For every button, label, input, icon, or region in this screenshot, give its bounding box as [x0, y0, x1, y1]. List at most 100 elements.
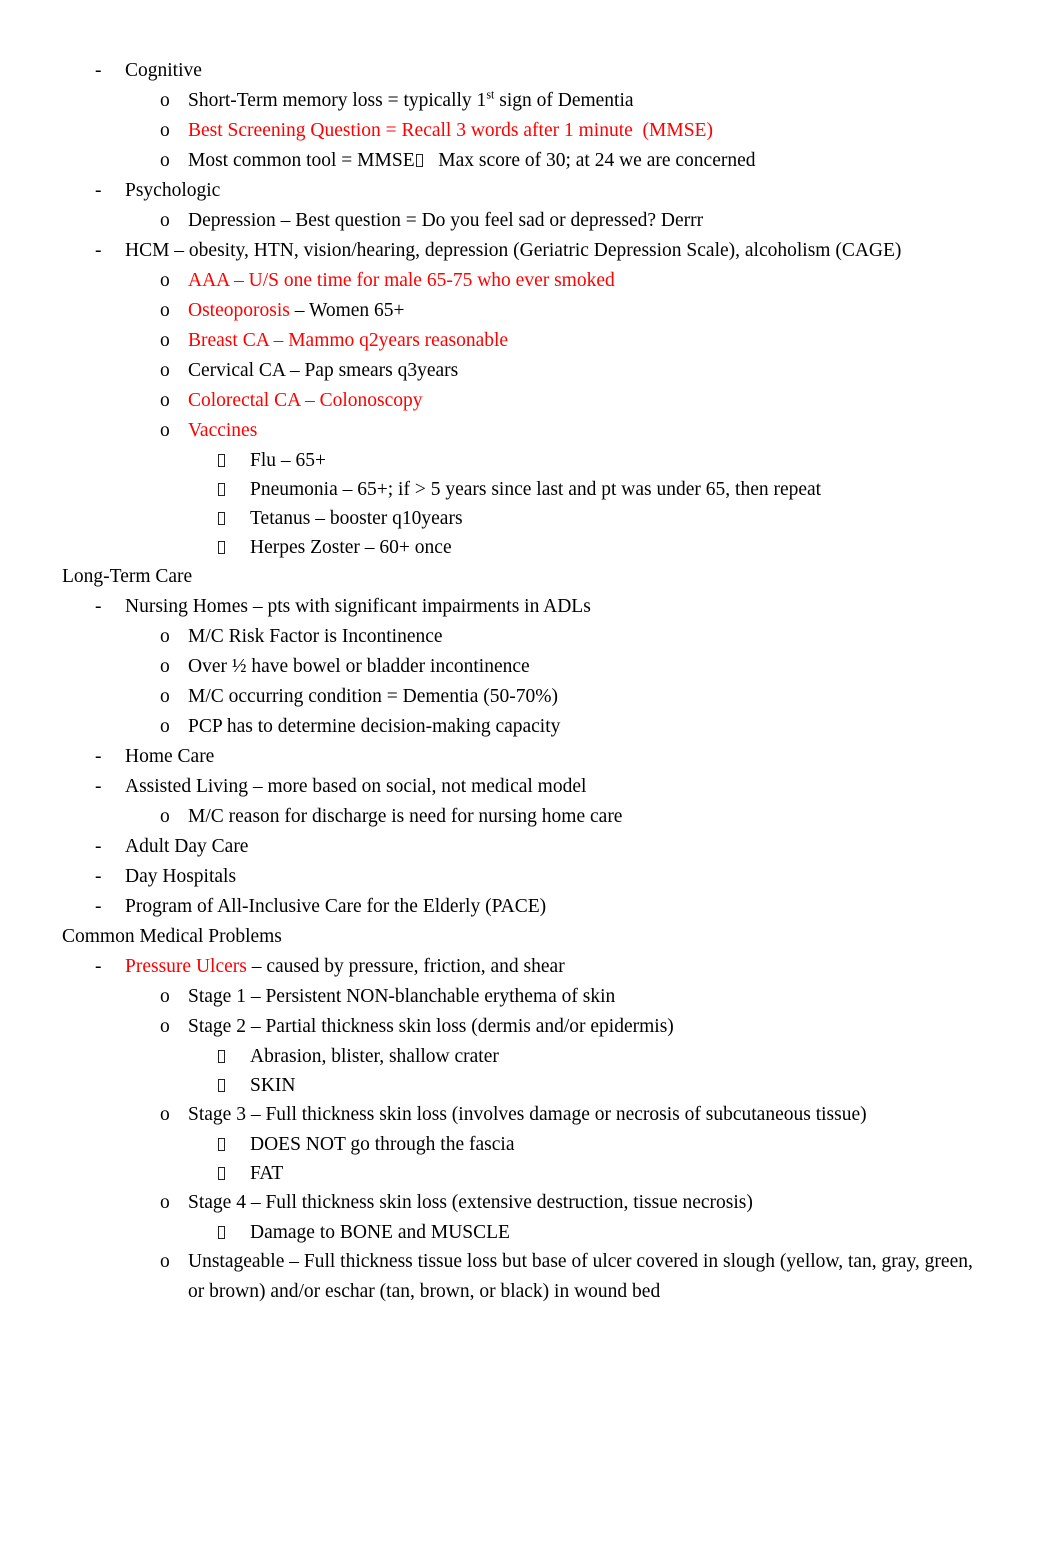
- line-text: SKIN: [250, 1071, 296, 1100]
- plain-text: Depression – Best question = Do you feel…: [188, 210, 704, 231]
- missing-glyph-box-shape: [218, 512, 225, 525]
- missing-glyph-box-shape: [218, 541, 225, 554]
- missing-glyph-box: [415, 154, 423, 167]
- list-marker: o: [160, 150, 170, 171]
- bullet-fat: FAT: [62, 1159, 1002, 1188]
- plain-text: sign of Dementia: [494, 90, 634, 111]
- plain-text: M/C reason for discharge is need for nur…: [188, 806, 623, 827]
- line-text: Osteoporosis – Women 65+: [188, 296, 405, 326]
- list-marker: -: [95, 240, 102, 261]
- plain-text: PCP has to determine decision-making cap…: [188, 716, 561, 737]
- bullet-adult-day-care: - Adult Day Care: [62, 832, 1002, 862]
- bullet-vaccine-pneumonia: Pneumonia – 65+; if > 5 years since last…: [62, 475, 1002, 504]
- bullet-home-care: - Home Care: [62, 742, 1002, 772]
- bullet-stage-1: o Stage 1 – Persistent NON-blanchable ery…: [62, 982, 1002, 1012]
- bullet-stage-3: o Stage 3 – Full thickness skin loss (inv…: [62, 1100, 1002, 1130]
- line-text: DOES NOT go through the fascia: [250, 1130, 514, 1159]
- line-text: AAA – U/S one time for male 65-75 who ev…: [188, 266, 615, 296]
- line-text: Common Medical Problems: [62, 922, 282, 952]
- line-text: Flu – 65+: [250, 446, 326, 475]
- line-text: Over ½ have bowel or bladder incontinenc…: [188, 652, 530, 682]
- line-text: Stage 1 – Persistent NON-blanchable eryt…: [188, 982, 615, 1012]
- plain-text: Short-Term memory loss = typically 1: [188, 90, 487, 111]
- line-text: M/C reason for discharge is need for nur…: [188, 802, 622, 832]
- line-text: Herpes Zoster – 60+ once: [250, 533, 452, 562]
- list-marker: o: [160, 686, 170, 707]
- highlighted-text: Best Screening Question = Recall 3 words…: [188, 120, 713, 141]
- bullet-bowel-bladder-incontinence: o Over ½ have bowel or bladder incontinen…: [62, 652, 1002, 682]
- list-marker: -: [95, 180, 102, 201]
- plain-text: Tetanus – booster q10years: [250, 508, 463, 529]
- line-text: Colorectal CA – Colonoscopy: [188, 386, 423, 416]
- list-marker: o: [160, 626, 170, 647]
- plain-text: Stage 2 – Partial thickness skin loss (d…: [188, 1016, 674, 1037]
- heading-common-medical-problems: Common Medical Problems: [62, 922, 1002, 952]
- highlighted-text: Pressure Ulcers: [125, 956, 247, 977]
- missing-glyph-box-shape: [218, 1167, 225, 1180]
- bullet-does-not-go-through-fascia: DOES NOT go through the fascia: [62, 1130, 1002, 1159]
- plain-text: HCM – obesity, HTN, vision/hearing, depr…: [125, 240, 902, 261]
- plain-text: Psychologic: [125, 180, 221, 201]
- line-text: Vaccines: [188, 416, 257, 446]
- line-text: FAT: [250, 1159, 283, 1188]
- line-text: Day Hospitals: [125, 862, 236, 892]
- bullet-mc-reason-for-discharge: o M/C reason for discharge is need for nu…: [62, 802, 1002, 832]
- bullet-vaccine-tetanus: Tetanus – booster q10years: [62, 504, 1002, 533]
- bullet-hcm: - HCM – obesity, HTN, vision/hearing, dep…: [62, 236, 1002, 266]
- line-text: Damage to BONE and MUSCLE: [250, 1218, 510, 1247]
- list-marker: o: [160, 360, 170, 381]
- bullet-colorectal-ca: o Colorectal CA – Colonoscopy: [62, 386, 1002, 416]
- list-marker: o: [160, 420, 170, 441]
- plain-text: Day Hospitals: [125, 866, 237, 887]
- plain-text: Home Care: [125, 746, 215, 767]
- missing-glyph-box: [218, 475, 250, 504]
- plain-text: Cognitive: [125, 60, 202, 81]
- line-text: Abrasion, blister, shallow crater: [250, 1042, 499, 1071]
- missing-glyph-box-shape: [218, 483, 225, 496]
- plain-text: Damage to BONE and MUSCLE: [250, 1222, 510, 1243]
- line-text: Pneumonia – 65+; if > 5 years since last…: [250, 475, 821, 504]
- plain-text: DOES NOT go through the fascia: [250, 1134, 515, 1155]
- highlighted-text: AAA – U/S one time for male 65-75 who ev…: [188, 270, 615, 291]
- plain-text: – caused by pressure, friction, and shea…: [246, 956, 565, 977]
- plain-text: Herpes Zoster – 60+ once: [250, 537, 452, 558]
- plain-text: Stage 4 – Full thickness skin loss (exte…: [188, 1192, 753, 1213]
- line-text: Program of All-Inclusive Care for the El…: [125, 892, 546, 922]
- heading-long-term-care: Long-Term Care: [62, 562, 1002, 592]
- plain-text: M/C occurring condition = Dementia (50-7…: [188, 686, 559, 707]
- bullet-assisted-living: - Assisted Living – more based on social,…: [62, 772, 1002, 802]
- plain-text: FAT: [250, 1163, 284, 1184]
- bullet-pcp-decision-making-capacity: o PCP has to determine decision-making ca…: [62, 712, 1002, 742]
- missing-glyph-box: [218, 1071, 250, 1100]
- bullet-damage-to-bone-muscle: Damage to BONE and MUSCLE: [62, 1218, 1002, 1247]
- bullet-stage-4: o Stage 4 – Full thickness skin loss (ext…: [62, 1188, 1002, 1218]
- missing-glyph-box: [218, 1159, 250, 1188]
- plain-text: Max score of 30; at 24 we are concerned: [423, 150, 756, 171]
- list-marker: -: [95, 746, 102, 767]
- line-text: Most common tool = MMSE Max score of 30;…: [188, 146, 756, 176]
- bullet-short-term-memory-loss: o Short-Term memory loss = typically 1st …: [62, 86, 1002, 116]
- list-marker: o: [160, 986, 170, 1007]
- plain-text: Most common tool = MMSE: [188, 150, 415, 171]
- bullet-skin: SKIN: [62, 1071, 1002, 1100]
- line-text: PCP has to determine decision-making cap…: [188, 712, 560, 742]
- line-text: Best Screening Question = Recall 3 words…: [188, 116, 713, 146]
- line-text: Cervical CA – Pap smears q3years: [188, 356, 458, 386]
- list-marker: o: [160, 120, 170, 141]
- missing-glyph-box: [218, 1130, 250, 1159]
- plain-text: Over ½ have bowel or bladder incontinenc…: [188, 656, 530, 677]
- missing-glyph-box: [218, 446, 250, 475]
- list-marker: o: [160, 210, 170, 231]
- bullet-best-screening-question: o Best Screening Question = Recall 3 word…: [62, 116, 1002, 146]
- missing-glyph-box: [218, 1042, 250, 1071]
- highlighted-text: Osteoporosis: [188, 300, 295, 321]
- line-text: Pressure Ulcers – caused by pressure, fr…: [125, 952, 565, 982]
- line-text: Breast CA – Mammo q2years reasonable: [188, 326, 508, 356]
- bullet-stage-2: o Stage 2 – Partial thickness skin loss (…: [62, 1012, 1002, 1042]
- line-text: Adult Day Care: [125, 832, 248, 862]
- document-body: - Cognitive o Short-Term memory loss = typi…: [62, 56, 1002, 1307]
- line-text: Long-Term Care: [62, 562, 192, 592]
- line-text: Stage 4 – Full thickness skin loss (exte…: [188, 1188, 753, 1218]
- plain-text: SKIN: [250, 1075, 296, 1096]
- plain-text: Pneumonia – 65+; if > 5 years since last…: [250, 479, 822, 500]
